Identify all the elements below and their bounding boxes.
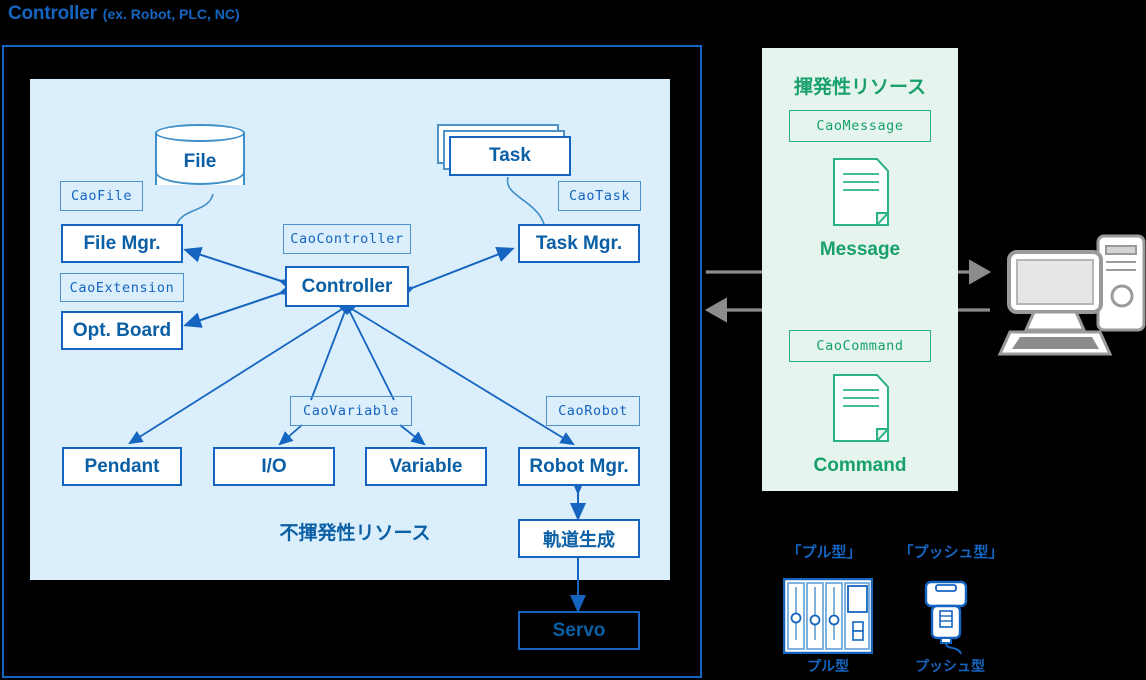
node-opt-board: Opt. Board (61, 311, 183, 350)
legend-title-push: 「プッシュ型」 (898, 543, 1004, 561)
plc-rack-icon (783, 578, 873, 654)
node-file-mgr: File Mgr. (61, 224, 183, 263)
interface-cao-command: CaoCommand (789, 330, 931, 362)
nonvolatile-resource-label: 不揮発性リソース (279, 522, 431, 544)
legend-title-pull: 「プル型」 (786, 543, 862, 561)
legend-caption-pull: プル型 (807, 658, 849, 674)
handheld-scanner-icon (915, 578, 985, 654)
volatile-caption-message: Message (819, 239, 901, 260)
interface-cao-file: CaoFile (60, 181, 143, 211)
interface-cao-task: CaoTask (558, 181, 641, 211)
interface-cao-controller: CaoController (283, 224, 411, 254)
volatile-caption-command: Command (813, 455, 907, 476)
node-file-label: File (183, 151, 217, 172)
node-servo: Servo (518, 611, 640, 650)
document-icon-message (833, 158, 889, 226)
page-title-sub: (ex. Robot, PLC, NC) (102, 6, 240, 22)
node-variable: Variable (365, 447, 487, 486)
document-icon-command (833, 374, 889, 442)
node-robot-mgr: Robot Mgr. (518, 447, 640, 486)
node-file: File (155, 124, 245, 194)
desktop-computer-icon (996, 228, 1146, 364)
node-pendant: Pendant (62, 447, 182, 486)
interface-cao-extension: CaoExtension (60, 273, 184, 302)
node-trajectory-generation: 軌道生成 (518, 519, 640, 558)
node-task-mgr: Task Mgr. (518, 224, 640, 263)
interface-cao-variable: CaoVariable (290, 396, 412, 426)
node-io: I/O (213, 447, 335, 486)
node-task: Task (449, 136, 571, 176)
page-title: Controller (ex. Robot, PLC, NC) (8, 0, 708, 28)
volatile-resource-title: 揮発性リソース (793, 76, 927, 98)
page-title-main: Controller (8, 3, 97, 24)
interface-cao-robot: CaoRobot (546, 396, 640, 426)
legend-caption-push: プッシュ型 (915, 658, 985, 674)
nonvolatile-resource-panel-lower (195, 79, 670, 580)
cylinder-top (155, 124, 245, 142)
interface-cao-message: CaoMessage (789, 110, 931, 142)
node-controller: Controller (285, 266, 409, 307)
